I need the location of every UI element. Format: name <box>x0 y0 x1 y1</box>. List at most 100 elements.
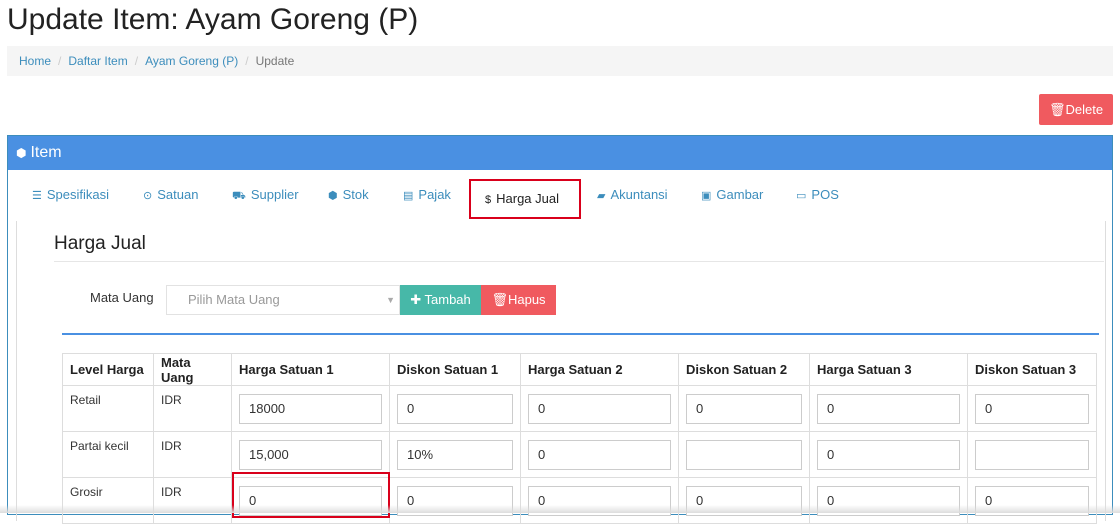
divider <box>62 333 1099 335</box>
tab-label: Pajak <box>418 187 451 202</box>
cube-icon: ⬢ <box>328 190 338 202</box>
harga-satuan-2-cell: 0 <box>520 385 679 432</box>
breadcrumb-separator: / <box>134 54 139 68</box>
harga-satuan-3-cell: 0 <box>809 477 968 524</box>
divider <box>54 261 1104 262</box>
hapus-label: Hapus <box>507 292 546 307</box>
tab-content: Harga Jual Mata Uang Pilih Mata Uang ▼ ✚… <box>16 221 1106 524</box>
mata-uang-cell: IDR <box>153 431 232 478</box>
diskon-satuan-2-input[interactable]: 0 <box>686 393 802 424</box>
tab-akuntansi[interactable]: ▰ Akuntansi <box>597 170 668 222</box>
column-header: Level Harga <box>62 353 154 386</box>
tab-satuan[interactable]: ⊙ Satuan <box>143 170 198 222</box>
level-harga-cell: Retail <box>62 385 154 432</box>
trash-icon: 🗑 <box>491 292 508 307</box>
harga-satuan-3-input[interactable]: 0 <box>817 393 960 424</box>
harga-satuan-3-cell: 0 <box>809 431 968 478</box>
tambah-button[interactable]: ✚ Tambah <box>400 285 481 315</box>
breadcrumb-item[interactable]: Ayam Goreng (P) <box>145 54 238 68</box>
column-header: Diskon Satuan 1 <box>389 353 521 386</box>
breadcrumb-current: Update <box>255 54 295 68</box>
breadcrumb: Home / Daftar Item / Ayam Goreng (P) / Update <box>7 46 1113 76</box>
mata-uang-label: Mata Uang <box>90 290 154 305</box>
tab-label: POS <box>811 187 839 202</box>
table-row: Partai kecil IDR 15,000 10% 0 0 <box>62 431 1097 478</box>
harga-satuan-1-cell: 18000 <box>231 385 390 432</box>
harga-satuan-2-cell: 0 <box>520 477 679 524</box>
column-header: Diskon Satuan 3 <box>967 353 1097 386</box>
list-icon: ☰ <box>32 190 42 202</box>
trash-icon: 🗑 <box>1048 102 1066 117</box>
monitor-icon: ▭ <box>796 190 807 202</box>
mata-uang-select[interactable]: Pilih Mata Uang ▼ <box>166 285 400 315</box>
book-icon: ▰ <box>597 190 606 202</box>
delete-button[interactable]: 🗑Delete <box>1039 94 1113 125</box>
column-header: Mata Uang <box>153 353 232 386</box>
breadcrumb-daftar-item[interactable]: Daftar Item <box>68 54 127 68</box>
harga-satuan-2-input[interactable]: 0 <box>528 439 671 470</box>
tab-pos[interactable]: ▭ POS <box>796 170 839 222</box>
mata-uang-placeholder: Pilih Mata Uang <box>188 292 280 307</box>
tab-stok[interactable]: ⬢ Stok <box>328 170 369 222</box>
tambah-label: Tambah <box>424 292 471 307</box>
tab-label: Stok <box>342 187 369 202</box>
caret-down-icon: ▼ <box>386 295 395 305</box>
page-title: Update Item: Ayam Goreng (P) <box>7 3 419 36</box>
harga-satuan-3-input[interactable]: 0 <box>817 439 960 470</box>
diskon-satuan-3-cell <box>967 431 1097 478</box>
column-header: Harga Satuan 1 <box>231 353 390 386</box>
diskon-satuan-1-cell: 10% <box>389 431 521 478</box>
tab-label: Spesifikasi <box>46 187 110 202</box>
diskon-satuan-1-input[interactable]: 10% <box>397 439 513 470</box>
tab-supplier[interactable]: ⛟ Supplier <box>232 170 299 222</box>
diskon-satuan-3-input[interactable] <box>975 439 1089 470</box>
harga-satuan-1-input[interactable]: 15,000 <box>239 439 382 470</box>
breadcrumb-separator: / <box>245 54 249 68</box>
diskon-satuan-1-cell: 0 <box>389 385 521 432</box>
card-icon: ▤ <box>403 190 414 202</box>
delete-label: Delete <box>1065 102 1104 117</box>
tab-label: Satuan <box>157 187 199 202</box>
harga-satuan-1-input[interactable]: 18000 <box>239 393 382 424</box>
cube-icon: ⬢ <box>16 146 27 160</box>
tab-label: Supplier <box>250 187 299 202</box>
dollar-icon: $ <box>485 194 492 206</box>
tab-label: Harga Jual <box>496 191 559 206</box>
panel-header: ⬢ Item <box>8 136 1112 170</box>
tab-label: Gambar <box>716 187 764 202</box>
diskon-satuan-2-cell <box>678 431 810 478</box>
harga-satuan-1-cell: 15,000 <box>231 431 390 478</box>
plus-icon: ✚ <box>410 292 425 307</box>
harga-jual-table: Level Harga Mata Uang Harga Satuan 1 Dis… <box>62 353 1097 524</box>
table-header-row: Level Harga Mata Uang Harga Satuan 1 Dis… <box>62 353 1097 386</box>
tab-pajak[interactable]: ▤ Pajak <box>403 170 451 222</box>
section-title: Harga Jual <box>54 233 146 254</box>
bottom-shadow <box>0 505 1120 513</box>
table-row: Retail IDR 18000 0 0 0 0 0 <box>62 385 1097 432</box>
harga-satuan-2-cell: 0 <box>520 431 679 478</box>
mata-uang-cell: IDR <box>153 477 232 524</box>
diskon-satuan-1-cell: 0 <box>389 477 521 524</box>
diskon-satuan-3-input[interactable]: 0 <box>975 393 1089 424</box>
column-header: Diskon Satuan 2 <box>678 353 810 386</box>
tab-gambar[interactable]: ▣ Gambar <box>701 170 763 222</box>
diskon-satuan-2-input[interactable] <box>686 439 802 470</box>
harga-satuan-3-cell: 0 <box>809 385 968 432</box>
hapus-button[interactable]: 🗑Hapus <box>481 285 556 315</box>
harga-satuan-2-input[interactable]: 0 <box>528 393 671 424</box>
tab-harga-jual[interactable]: $ Harga Jual <box>469 179 581 219</box>
diskon-satuan-2-cell: 0 <box>678 385 810 432</box>
breadcrumb-home[interactable]: Home <box>19 54 51 68</box>
check-circle-icon: ⊙ <box>143 190 153 202</box>
table-row: Grosir IDR 0 0 0 0 0 0 <box>62 477 1097 524</box>
diskon-satuan-1-input[interactable]: 0 <box>397 393 513 424</box>
panel-title: Item <box>30 144 62 161</box>
tab-spesifikasi[interactable]: ☰ Spesifikasi <box>32 170 109 222</box>
level-harga-cell: Grosir <box>62 477 154 524</box>
mata-uang-cell: IDR <box>153 385 232 432</box>
truck-icon: ⛟ <box>232 190 246 202</box>
diskon-satuan-2-cell: 0 <box>678 477 810 524</box>
item-panel: ⬢ Item ☰ Spesifikasi ⊙ Satuan ⛟ Supplier ⬢ St… <box>7 135 1113 524</box>
breadcrumb-separator: / <box>58 54 62 68</box>
image-icon: ▣ <box>701 190 712 202</box>
